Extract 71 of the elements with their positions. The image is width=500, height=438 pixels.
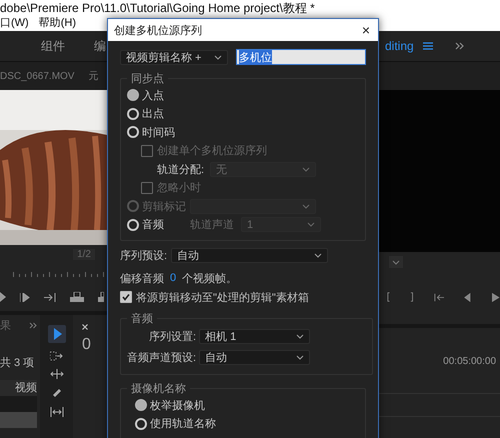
option-label: 枚举摄像机 [150,398,205,413]
option-label: 创建单个多机位源序列 [157,144,267,158]
group-label: 同步点 [130,72,165,86]
track-select-icon[interactable] [50,351,64,361]
step-forward-icon[interactable] [20,292,30,302]
chevron-icon [214,54,222,60]
close-icon[interactable] [82,324,88,330]
option-label: 出点 [142,106,164,122]
play-icon[interactable] [0,292,6,302]
menu-item[interactable]: 口(W) [0,16,29,31]
zoom-dropdown[interactable] [389,256,403,268]
go-to-out-icon[interactable] [44,292,56,302]
option-label: 使用轨道名称 [150,417,216,432]
preset-dropdown[interactable]: 自动 [171,248,328,262]
chevrons-icon[interactable] [29,322,37,328]
field-label: 偏移音频 [120,272,164,286]
chevron-icon [392,260,400,264]
go-to-in-icon[interactable] [434,292,444,302]
workspace-tab[interactable]: 编 [94,38,106,54]
option-label: 入点 [142,88,164,103]
panel-tab[interactable]: DSC_0667.MOV [0,70,74,82]
play-icon[interactable] [492,292,500,302]
lift-icon[interactable] [70,292,84,302]
step-back-icon[interactable] [464,292,472,302]
chevron-icon [296,334,304,339]
option-label: 忽略小时 [157,181,201,196]
menu-item[interactable]: 帮助(H) [38,16,76,31]
item-count: 共 3 项 [0,356,36,370]
mark-out-icon[interactable] [410,292,414,302]
group-label: 摄像机名称 [130,382,187,396]
chevron-icon [302,204,310,209]
field-label: 序列设置: [149,330,196,344]
checkbox[interactable] [120,291,132,303]
chevron-icon [302,166,310,172]
extract-icon[interactable] [98,292,104,302]
dropdown[interactable]: 自动 [199,350,310,365]
radio-button[interactable] [127,89,139,102]
radio-button[interactable] [135,399,147,412]
close-button[interactable]: × [362,22,370,38]
menu-icon[interactable] [422,42,433,50]
slip-icon[interactable] [50,407,64,417]
group-label: 音频 [130,312,154,326]
workspace-tab[interactable]: 组件 [41,38,65,54]
mark-in-icon[interactable] [387,292,390,302]
option-label: 音频 [142,218,165,232]
timecode: 0 [82,336,91,354]
option-label: 将源剪辑移动至"处理的剪辑"素材箱 [136,290,309,304]
name-field[interactable]: 多机位 [236,49,366,65]
dialog-title: 创建多机位源序列 [114,24,202,38]
field-label: 轨道分配: [157,162,204,177]
field-label: 轨道声道 [190,218,234,232]
option-label: 剪辑标记 [142,200,187,214]
chevron-icon [314,252,322,258]
workspace-tab[interactable]: diting [385,39,414,53]
dropdown[interactable]: 相机 1 [199,329,310,344]
chevron-icon [307,222,315,228]
chevron-icon [296,355,304,360]
field-label: 序列预设: [120,248,168,262]
selection-tool-icon[interactable] [48,325,66,343]
page-indicator: 1/2 [73,248,95,260]
ripple-edit-icon[interactable] [50,369,64,379]
razor-icon[interactable] [50,387,62,399]
chevrons-icon[interactable] [454,42,465,50]
panel-tab[interactable]: 元 [88,69,98,83]
unit-label: 个视频帧。 [182,272,238,286]
window-title: dobe\Premiere Pro\11.0\Tutorial\Going Home project\教程 * [0,1,315,15]
ruler-timecode: 00:05:00:00 [443,356,496,367]
name-source-dropdown[interactable]: 视频剪辑名称 + [120,50,228,64]
option-label: 时间码 [142,126,175,140]
number-field[interactable]: 0 [170,272,176,284]
field-label: 音频声道预设: [127,350,196,365]
